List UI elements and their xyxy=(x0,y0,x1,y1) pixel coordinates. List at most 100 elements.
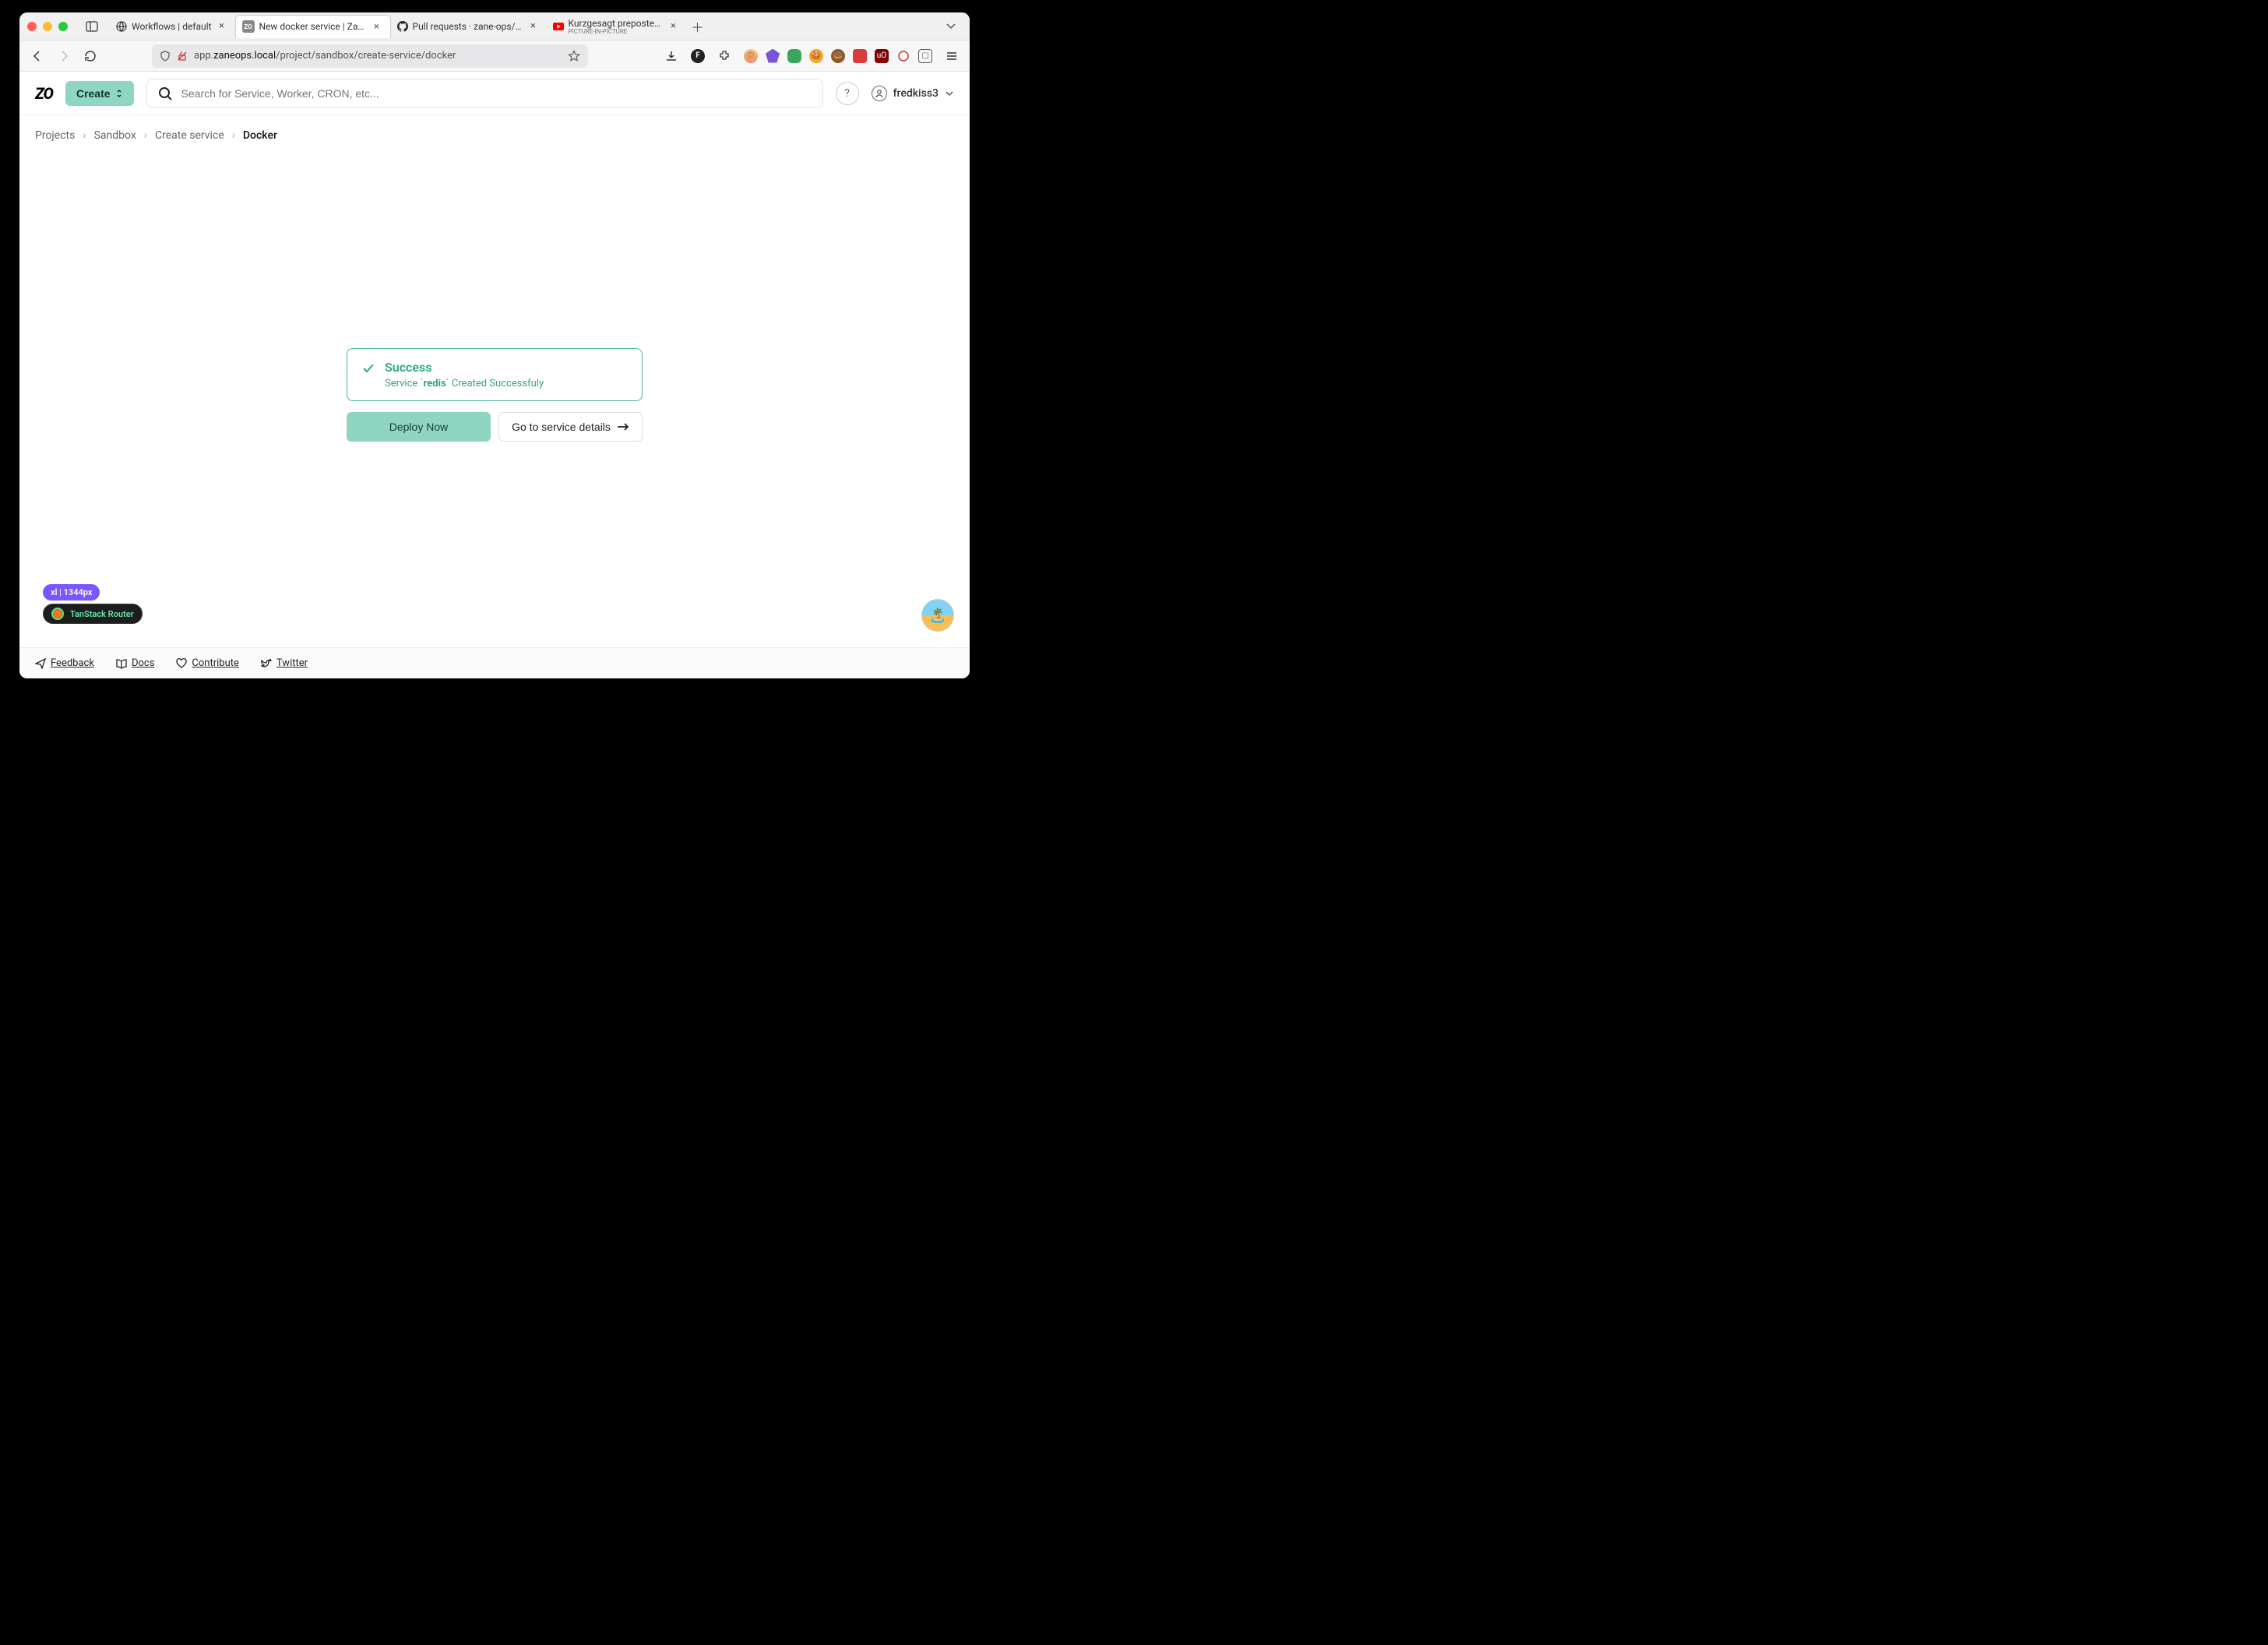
crumb-sandbox[interactable]: Sandbox xyxy=(94,129,136,142)
extensions-icon[interactable] xyxy=(713,44,736,68)
sidebar-toggle-icon[interactable] xyxy=(82,18,102,35)
corner-avatar-icon[interactable]: 🏝️ xyxy=(921,599,954,632)
circle-ext-icon[interactable] xyxy=(896,49,910,63)
lock-broken-icon[interactable] xyxy=(177,51,188,62)
success-message: Service `redis` Created Successfuly xyxy=(385,378,544,389)
app-footer: Feedback Docs Contribute Twitter xyxy=(19,647,970,678)
crumb-create-service[interactable]: Create service xyxy=(155,129,224,142)
window-controls xyxy=(27,22,68,31)
user-menu[interactable]: fredkiss3 xyxy=(872,86,954,101)
tab-label: New docker service | ZaneOps xyxy=(259,21,367,32)
tab-list-button[interactable] xyxy=(940,23,962,30)
tab-github[interactable]: Pull requests · zane-ops/zane-o × xyxy=(391,15,547,38)
arrow-right-icon xyxy=(617,422,629,432)
action-buttons: Deploy Now Go to service details xyxy=(347,412,643,442)
heart-icon xyxy=(176,658,187,669)
close-window-button[interactable] xyxy=(27,22,37,31)
tab-label: Pull requests · zane-ops/zane-o xyxy=(413,21,523,32)
router-dot-icon xyxy=(51,608,64,620)
crumb-projects[interactable]: Projects xyxy=(35,129,75,142)
bookmark-icon[interactable] xyxy=(568,50,580,62)
tab-workflows[interactable]: Workflows | default × xyxy=(110,15,235,38)
search-icon xyxy=(158,86,172,100)
browser-toolbar: app.zaneops.local/project/sandbox/create… xyxy=(19,41,970,72)
brown-ext-icon[interactable]: 🍩 xyxy=(831,49,845,63)
deploy-now-label: Deploy Now xyxy=(389,421,448,433)
twitter-icon xyxy=(261,658,272,669)
extension-f-icon[interactable]: F xyxy=(691,49,705,63)
app-header: ZO Create ? fredkiss3 xyxy=(19,72,970,115)
reload-button[interactable] xyxy=(79,44,102,68)
tab-label: Kurzgesagt preposterously out PICTURE-IN… xyxy=(569,18,664,35)
zaneops-logo[interactable]: ZO xyxy=(35,84,53,103)
close-icon[interactable]: × xyxy=(372,21,382,33)
titlebar: Workflows | default × ZO New docker serv… xyxy=(19,12,970,41)
notification-ext-icon[interactable]: 9 xyxy=(766,49,780,63)
avatar-ext-icon[interactable]: 🐵 xyxy=(744,49,758,63)
global-search[interactable] xyxy=(146,79,823,108)
extension-icons: F 🐵 9 🍪 🍩 uO ▢ xyxy=(660,44,963,68)
close-icon[interactable]: × xyxy=(528,20,539,32)
zaneops-favicon: ZO xyxy=(242,20,255,33)
service-details-label: Go to service details xyxy=(512,421,611,433)
chevron-right-icon: › xyxy=(83,129,86,142)
search-input[interactable] xyxy=(181,87,812,100)
tab-strip: Workflows | default × ZO New docker serv… xyxy=(110,12,962,40)
success-alert: Success Service `redis` Created Successf… xyxy=(347,348,643,401)
chevron-right-icon: › xyxy=(144,129,147,142)
chevron-down-icon xyxy=(945,90,954,97)
success-title: Success xyxy=(385,360,544,375)
footer-label: Docs xyxy=(132,657,154,669)
check-icon xyxy=(361,361,375,375)
github-icon xyxy=(397,21,408,32)
youtube-icon xyxy=(553,21,564,32)
menu-icon[interactable] xyxy=(940,44,963,68)
browser-window: Workflows | default × ZO New docker serv… xyxy=(19,12,970,678)
deploy-now-button[interactable]: Deploy Now xyxy=(347,412,491,442)
user-avatar-icon xyxy=(872,86,887,101)
footer-label: Feedback xyxy=(51,657,94,669)
footer-link-docs[interactable]: Docs xyxy=(116,657,154,669)
breakpoint-label: xl | 1344px xyxy=(51,587,92,597)
maximize-window-button[interactable] xyxy=(58,22,68,31)
footer-label: Twitter xyxy=(276,657,308,669)
minimize-window-button[interactable] xyxy=(43,22,52,31)
footer-link-feedback[interactable]: Feedback xyxy=(35,657,94,669)
help-button[interactable]: ? xyxy=(836,82,859,105)
ublock-icon[interactable]: uO xyxy=(875,49,889,63)
username-label: fredkiss3 xyxy=(893,87,939,100)
footer-label: Contribute xyxy=(192,657,239,669)
main-content: Success Service `redis` Created Successf… xyxy=(19,142,970,647)
book-icon xyxy=(116,658,127,669)
forward-button[interactable] xyxy=(52,44,76,68)
close-icon[interactable]: × xyxy=(217,20,227,32)
breakpoint-badge[interactable]: xl | 1344px xyxy=(43,584,100,601)
create-button-label: Create xyxy=(76,87,111,100)
new-tab-button[interactable]: ＋ xyxy=(687,17,709,36)
cookie-ext-icon[interactable]: 🍪 xyxy=(809,49,823,63)
chevron-right-icon: › xyxy=(232,129,235,142)
shield-ext-icon[interactable]: ▢ xyxy=(918,49,932,63)
create-button[interactable]: Create xyxy=(65,81,134,106)
url-text: app.zaneops.local/project/sandbox/create… xyxy=(194,50,456,62)
tab-zaneops[interactable]: ZO New docker service | ZaneOps × xyxy=(235,15,391,38)
tanstack-router-badge[interactable]: TanStack Router xyxy=(43,604,143,624)
tab-youtube[interactable]: Kurzgesagt preposterously out PICTURE-IN… xyxy=(547,15,687,38)
send-icon xyxy=(35,658,46,669)
app-root: ZO Create ? fredkiss3 xyxy=(19,72,970,678)
footer-link-twitter[interactable]: Twitter xyxy=(261,657,308,669)
close-icon[interactable]: × xyxy=(668,20,679,32)
router-label: TanStack Router xyxy=(70,609,134,619)
footer-link-contribute[interactable]: Contribute xyxy=(176,657,239,669)
notification-badge: 9 xyxy=(774,45,784,55)
back-button[interactable] xyxy=(26,44,49,68)
shield-icon[interactable] xyxy=(160,51,171,62)
service-details-button[interactable]: Go to service details xyxy=(498,412,643,442)
address-bar[interactable]: app.zaneops.local/project/sandbox/create… xyxy=(152,44,588,68)
green-ext-icon[interactable] xyxy=(787,49,801,63)
breadcrumb: Projects › Sandbox › Create service › Do… xyxy=(19,115,970,142)
globe-icon xyxy=(116,21,127,32)
tab-label: Workflows | default xyxy=(132,21,212,32)
downloads-icon[interactable] xyxy=(660,44,683,68)
red-ext-icon[interactable] xyxy=(853,49,867,63)
